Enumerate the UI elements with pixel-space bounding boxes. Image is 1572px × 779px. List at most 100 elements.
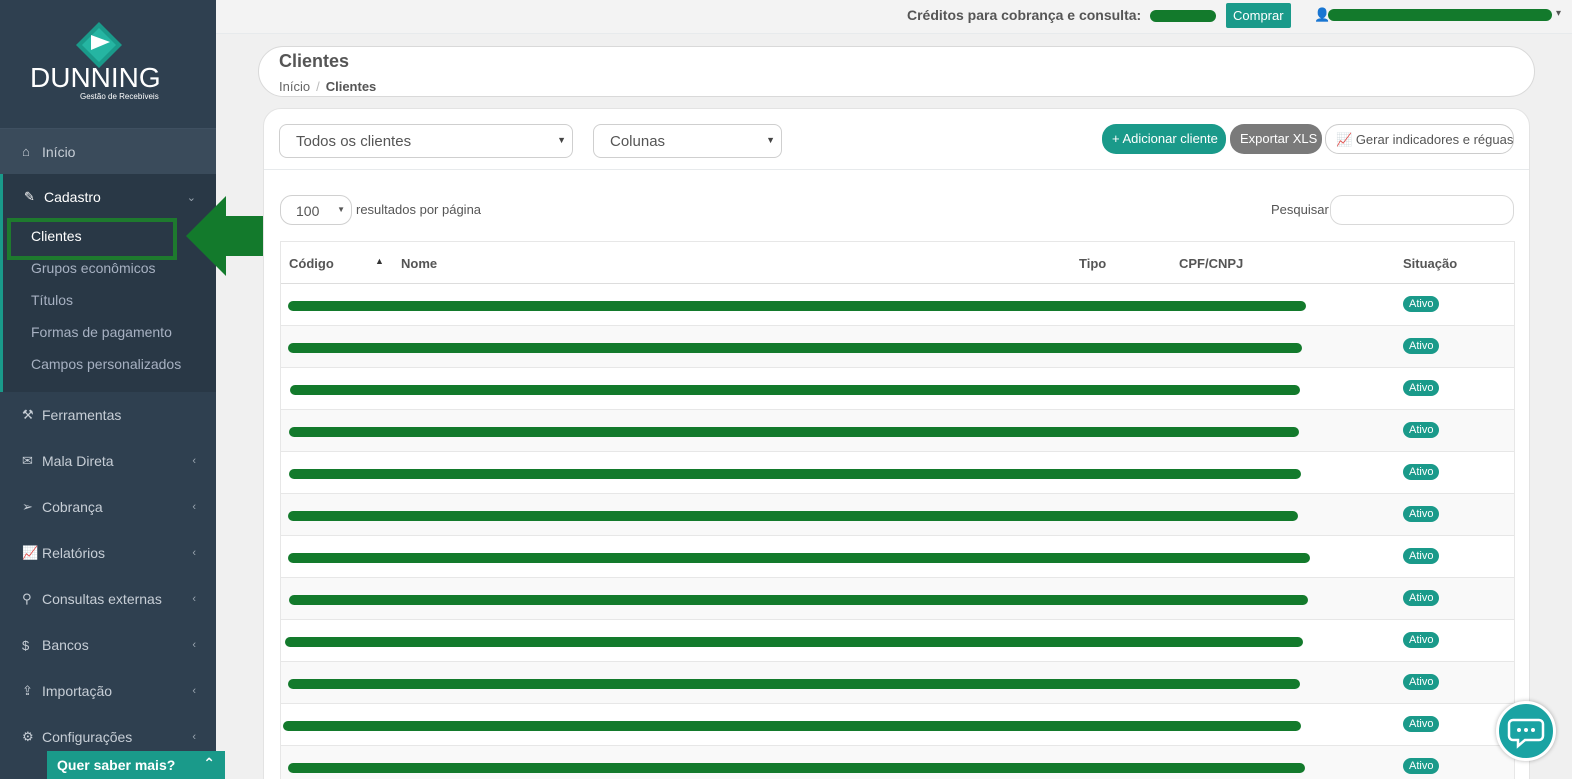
table-row[interactable]: Ativo: [281, 620, 1514, 662]
envelope-icon: ✉: [22, 453, 33, 468]
status-badge: Ativo: [1403, 338, 1440, 354]
table-body: Ativo Ativo Ativo Ativo Ativo Ativo Ativ…: [281, 284, 1514, 779]
topbar: Créditos para cobrança e consulta: Compr…: [216, 0, 1572, 34]
edit-icon: ✎: [24, 189, 35, 204]
client-filter-select[interactable]: Todos os clientes ▼: [279, 124, 573, 158]
buy-button[interactable]: Comprar: [1226, 3, 1291, 28]
sidebar-item-label: Cadastro: [44, 189, 101, 205]
table-row[interactable]: Ativo: [281, 662, 1514, 704]
export-xls-button[interactable]: Exportar XLS: [1230, 124, 1322, 154]
status-badge: Ativo: [1403, 506, 1440, 522]
table-row[interactable]: Ativo: [281, 578, 1514, 620]
redacted-credits: [1150, 10, 1216, 22]
status-badge: Ativo: [1403, 758, 1440, 774]
sidebar-item-ferramentas[interactable]: ⚒ Ferramentas: [0, 392, 216, 438]
col-tipo[interactable]: Tipo: [1079, 256, 1106, 271]
sidebar-item-importacao[interactable]: ⇪ Importação ‹: [0, 668, 216, 714]
sidebar-item-label: Relatórios: [42, 545, 106, 561]
columns-select[interactable]: Colunas ▼: [593, 124, 782, 158]
redacted-row-data: [289, 427, 1299, 437]
per-page-value: 100: [296, 203, 320, 219]
clientes-highlight-box: [7, 218, 177, 260]
sidebar: DUNNING Gestão de Recebíveis ⌂ Início ✎ …: [0, 0, 216, 779]
redacted-row-data: [288, 763, 1305, 773]
add-client-button[interactable]: + Adicionar cliente: [1102, 124, 1226, 154]
chevron-left-icon: ‹: [192, 731, 196, 743]
gear-icon: ⚙: [22, 729, 34, 744]
sidebar-item-label: Cobrança: [42, 499, 103, 515]
redacted-row-data: [285, 637, 1303, 647]
col-nome[interactable]: Nome: [401, 256, 437, 271]
generate-indicators-button[interactable]: 📈 Gerar indicadores e réguas: [1325, 124, 1514, 154]
status-badge: Ativo: [1403, 632, 1440, 648]
sidebar-subitem-campos[interactable]: Campos personalizados: [3, 348, 216, 380]
chat-button[interactable]: [1496, 701, 1556, 761]
status-badge: Ativo: [1403, 464, 1440, 480]
table-header: Código ▲ Nome Tipo CPF/CNPJ Situação: [281, 242, 1514, 284]
caret-down-icon[interactable]: ▾: [1556, 8, 1561, 19]
promo-bar[interactable]: Quer saber mais? ⌃: [47, 751, 225, 779]
columns-value: Colunas: [610, 133, 666, 150]
breadcrumb-separator: /: [316, 79, 320, 94]
page-header: Clientes Início / Clientes: [258, 46, 1535, 97]
table-row[interactable]: Ativo: [281, 536, 1514, 578]
clients-table: Código ▲ Nome Tipo CPF/CNPJ Situação Ati…: [280, 241, 1515, 779]
search-label: Pesquisar: [1271, 202, 1329, 217]
breadcrumb-home[interactable]: Início: [279, 79, 310, 94]
sidebar-item-bancos[interactable]: $ Bancos ‹: [0, 622, 216, 668]
caret-down-icon: ▼: [766, 135, 775, 145]
caret-down-icon: ▼: [557, 135, 566, 145]
sidebar-item-label: Configurações: [42, 729, 133, 745]
sidebar-item-cadastro[interactable]: ✎ Cadastro ⌄: [3, 174, 216, 220]
sidebar-item-relatorios[interactable]: 📈 Relatórios ‹: [0, 530, 216, 576]
table-row[interactable]: Ativo: [281, 410, 1514, 452]
logo[interactable]: DUNNING Gestão de Recebíveis: [0, 0, 216, 128]
clients-panel: Todos os clientes ▼ Colunas ▼ + Adiciona…: [263, 108, 1530, 779]
upload-icon: ⇪: [22, 683, 33, 698]
status-badge: Ativo: [1403, 422, 1440, 438]
redacted-row-data: [283, 721, 1301, 731]
page-title: Clientes: [279, 51, 350, 71]
sidebar-subitem-titulos[interactable]: Títulos: [3, 284, 216, 316]
table-row[interactable]: Ativo: [281, 494, 1514, 536]
pointer-arrow-icon: [186, 196, 264, 276]
sidebar-item-cobranca[interactable]: ➢ Cobrança ‹: [0, 484, 216, 530]
redacted-row-data: [289, 595, 1308, 605]
sort-asc-icon[interactable]: ▲: [375, 256, 384, 266]
chevron-left-icon: ‹: [192, 547, 196, 559]
col-cpf-cnpj[interactable]: CPF/CNPJ: [1179, 256, 1243, 271]
caret-down-icon: ▼: [337, 205, 345, 214]
credits-label: Créditos para cobrança e consulta:: [907, 7, 1142, 23]
chevron-left-icon: ‹: [192, 685, 196, 697]
brand-tagline: Gestão de Recebíveis: [80, 92, 159, 101]
breadcrumb: Início / Clientes: [279, 79, 376, 94]
table-row[interactable]: Ativo: [281, 368, 1514, 410]
chevron-left-icon: ‹: [192, 455, 196, 467]
status-badge: Ativo: [1403, 674, 1440, 690]
per-page-select[interactable]: 100 ▼: [280, 195, 352, 225]
wrench-icon: ⚒: [22, 407, 34, 422]
table-row[interactable]: Ativo: [281, 746, 1514, 779]
col-codigo[interactable]: Código: [289, 256, 334, 271]
sidebar-item-label: Ferramentas: [42, 407, 122, 423]
col-situacao[interactable]: Situação: [1403, 256, 1457, 271]
sidebar-subitem-formas-pagamento[interactable]: Formas de pagamento: [3, 316, 216, 348]
dollar-icon: $: [22, 637, 30, 653]
sidebar-item-mala-direta[interactable]: ✉ Mala Direta ‹: [0, 438, 216, 484]
table-row[interactable]: Ativo: [281, 284, 1514, 326]
status-badge: Ativo: [1403, 716, 1440, 732]
redacted-user[interactable]: [1328, 9, 1552, 21]
sidebar-item-label: Consultas externas: [42, 591, 162, 607]
status-badge: Ativo: [1403, 380, 1440, 396]
chevron-left-icon: ‹: [192, 593, 196, 605]
redacted-row-data: [288, 301, 1306, 311]
table-row[interactable]: Ativo: [281, 704, 1514, 746]
table-row[interactable]: Ativo: [281, 326, 1514, 368]
chevron-left-icon: ‹: [192, 639, 196, 651]
sidebar-item-consultas[interactable]: ⚲ Consultas externas ‹: [0, 576, 216, 622]
table-row[interactable]: Ativo: [281, 452, 1514, 494]
redacted-row-data: [288, 553, 1310, 563]
sidebar-item-inicio[interactable]: ⌂ Início: [0, 128, 216, 174]
sidebar-item-label: Importação: [42, 683, 113, 699]
search-input[interactable]: [1330, 195, 1514, 225]
